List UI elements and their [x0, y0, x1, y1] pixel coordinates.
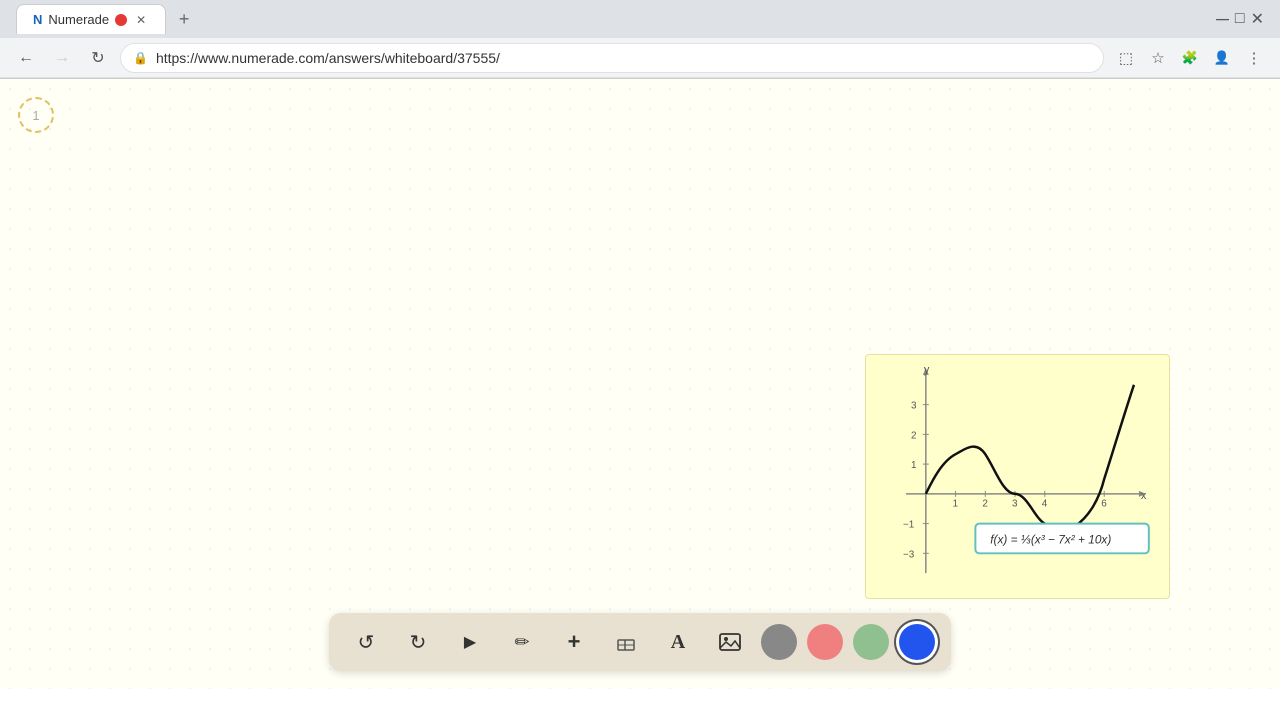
eraser-tool-button[interactable]: [605, 621, 647, 663]
svg-text:4: 4: [1042, 499, 1048, 510]
cast-button[interactable]: ⬚: [1112, 44, 1140, 72]
close-button[interactable]: ✕: [1251, 9, 1264, 29]
svg-text:3: 3: [1012, 499, 1018, 510]
svg-text:3: 3: [911, 401, 917, 412]
tab-favicon: N: [33, 12, 42, 27]
page-number: 1: [18, 97, 54, 133]
svg-text:6: 6: [1101, 499, 1107, 510]
new-tab-button[interactable]: +: [170, 5, 198, 33]
back-button[interactable]: ←: [12, 44, 40, 72]
nav-actions: ⬚ ☆ 🧩 👤 ⋮: [1112, 44, 1268, 72]
active-tab[interactable]: N Numerade ✕: [16, 4, 166, 34]
tab-bar: N Numerade ✕ + ─ □ ✕: [8, 0, 1272, 38]
graph-svg: x y 1 2 3 4 6 1 2 3 −1 −3: [876, 365, 1159, 588]
svg-text:−1: −1: [903, 520, 915, 531]
minimize-button[interactable]: ─: [1216, 9, 1229, 30]
eraser-icon: [615, 631, 637, 653]
image-icon: [718, 630, 742, 654]
color-pink[interactable]: [807, 624, 843, 660]
bookmark-button[interactable]: ☆: [1144, 44, 1172, 72]
reload-button[interactable]: ↻: [84, 44, 112, 72]
browser-chrome: N Numerade ✕ + ─ □ ✕ ← → ↻ 🔒 https://www…: [0, 0, 1280, 79]
whiteboard: 1 x y 1 2 3 4 6: [0, 79, 1280, 689]
color-blue[interactable]: [899, 624, 935, 660]
recording-dot: [115, 14, 127, 26]
color-green[interactable]: [853, 624, 889, 660]
extension-button[interactable]: 🧩: [1176, 44, 1204, 72]
svg-text:−3: −3: [903, 549, 915, 560]
profile-button[interactable]: 👤: [1208, 44, 1236, 72]
tab-title: Numerade: [48, 12, 109, 27]
redo-button[interactable]: ↻: [397, 621, 439, 663]
select-tool-button[interactable]: ▶: [449, 621, 491, 663]
color-gray[interactable]: [761, 624, 797, 660]
nav-bar: ← → ↻ 🔒 https://www.numerade.com/answers…: [0, 38, 1280, 78]
lock-icon: 🔒: [133, 51, 148, 65]
menu-button[interactable]: ⋮: [1240, 44, 1268, 72]
maximize-button[interactable]: □: [1235, 10, 1245, 28]
undo-button[interactable]: ↺: [345, 621, 387, 663]
svg-text:2: 2: [911, 430, 917, 441]
svg-text:y: y: [924, 365, 930, 376]
text-tool-button[interactable]: A: [657, 621, 699, 663]
graph-card: x y 1 2 3 4 6 1 2 3 −1 −3: [865, 354, 1170, 599]
pencil-tool-button[interactable]: ✏: [501, 621, 543, 663]
image-button[interactable]: [709, 621, 751, 663]
svg-text:f(x) = ⅓(x³ − 7x² + 10x): f(x) = ⅓(x³ − 7x² + 10x): [990, 532, 1111, 546]
toolbar: ↺ ↻ ▶ ✏ + A: [329, 613, 951, 671]
svg-text:1: 1: [953, 499, 959, 510]
svg-text:x: x: [1141, 490, 1147, 502]
url-text: https://www.numerade.com/answers/whitebo…: [156, 50, 1091, 66]
svg-text:1: 1: [911, 460, 917, 471]
title-bar: N Numerade ✕ + ─ □ ✕: [0, 0, 1280, 38]
address-bar[interactable]: 🔒 https://www.numerade.com/answers/white…: [120, 43, 1104, 73]
forward-button[interactable]: →: [48, 44, 76, 72]
tab-close-icon[interactable]: ✕: [133, 12, 149, 28]
svg-text:2: 2: [982, 499, 988, 510]
add-button[interactable]: +: [553, 621, 595, 663]
